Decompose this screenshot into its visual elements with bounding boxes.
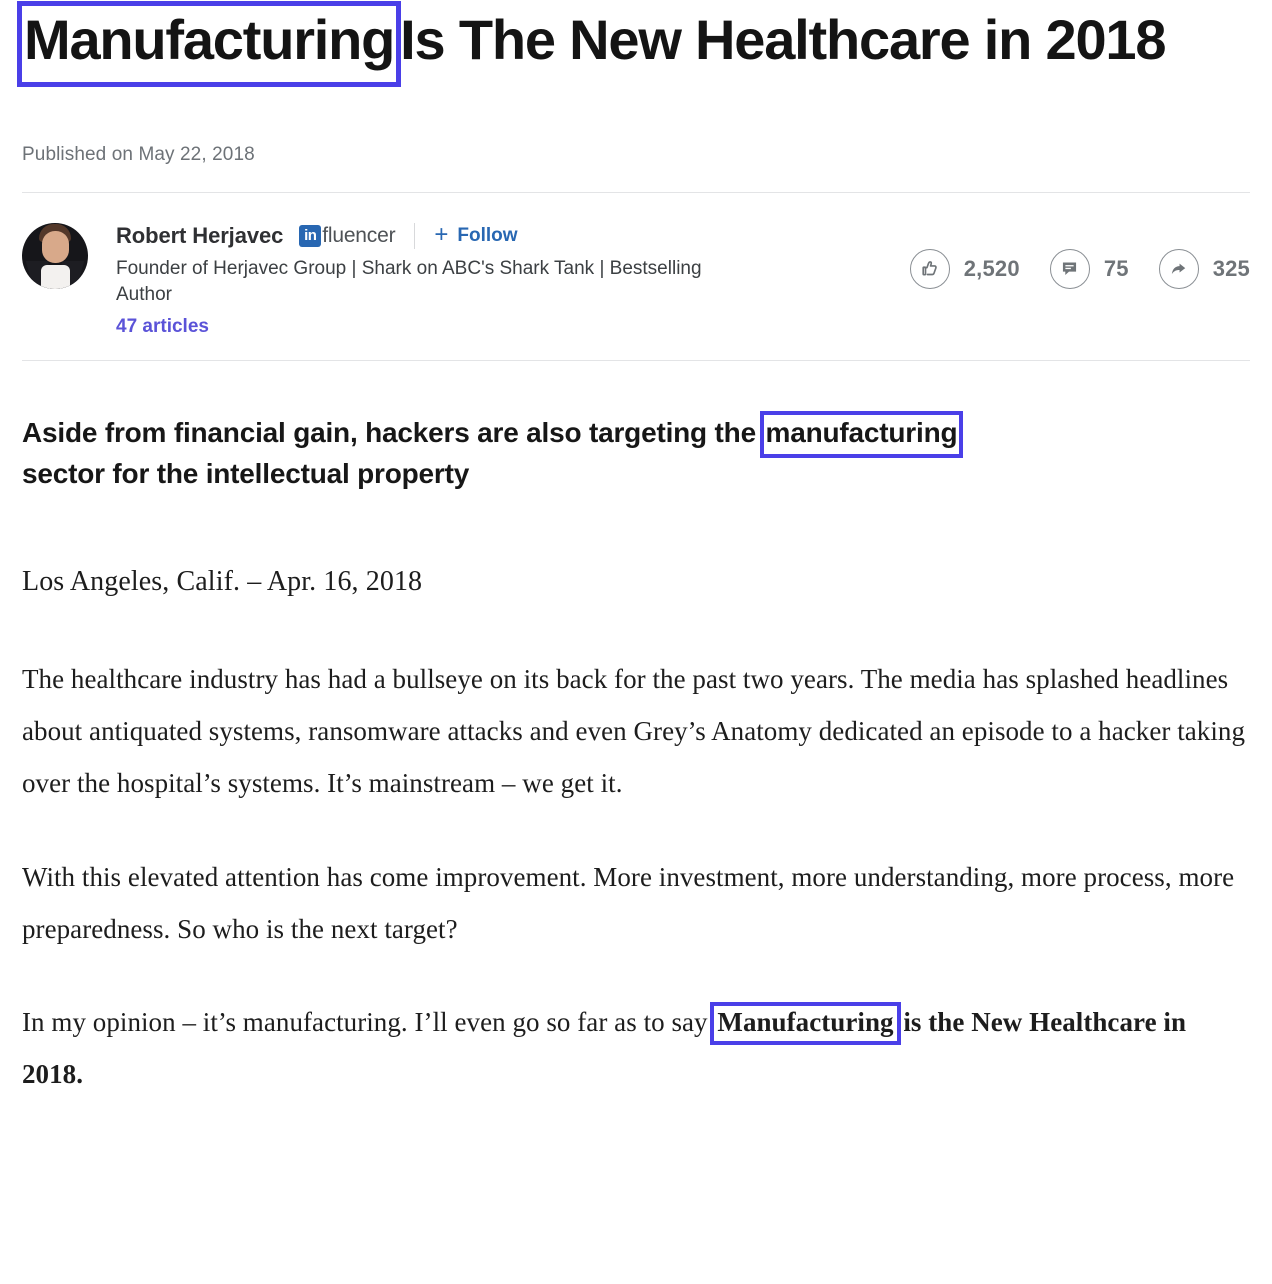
influencer-label: fluencer	[322, 224, 395, 248]
title-rest: Is The New Healthcare in 2018	[400, 8, 1165, 71]
likes-count: 2,520	[964, 256, 1020, 282]
page-title: ManufacturingIs The New Healthcare in 20…	[22, 0, 1250, 82]
thumbs-up-icon	[910, 249, 950, 289]
plus-icon: +	[434, 223, 448, 247]
author-block: Robert Herjavec in fluencer + Follow Fou…	[22, 193, 1250, 360]
avatar-shirt	[41, 265, 70, 289]
avatar-face	[42, 231, 69, 263]
follow-button[interactable]: + Follow	[434, 224, 517, 248]
vertical-separator	[414, 223, 415, 249]
stat-likes[interactable]: 2,520	[910, 249, 1020, 289]
body-paragraph-1: The healthcare industry has had a bullse…	[22, 654, 1250, 809]
author-info: Robert Herjavec in fluencer + Follow Fou…	[116, 219, 756, 338]
author-headline: Founder of Herjavec Group | Shark on ABC…	[116, 256, 756, 309]
stat-comments[interactable]: 75	[1050, 249, 1129, 289]
article-page: ManufacturingIs The New Healthcare in 20…	[0, 0, 1272, 1101]
paragraph-3-highlight-box: Manufacturing	[714, 1006, 896, 1041]
share-icon	[1159, 249, 1199, 289]
author-articles-link[interactable]: 47 articles	[116, 316, 756, 338]
paragraph-3-before: In my opinion – it’s manufacturing. I’ll…	[22, 1007, 714, 1037]
subheading-highlight-box: manufacturing	[764, 415, 960, 454]
title-highlight-box: Manufacturing	[22, 6, 396, 82]
influencer-badge: in fluencer	[299, 224, 395, 248]
published-date: Published on May 22, 2018	[22, 144, 1250, 166]
comment-icon	[1050, 249, 1090, 289]
follow-label: Follow	[457, 225, 517, 247]
engagement-stats: 2,520 75 325	[910, 249, 1250, 289]
body-paragraph-2: With this elevated attention has come im…	[22, 852, 1250, 956]
stat-shares[interactable]: 325	[1159, 249, 1250, 289]
comments-count: 75	[1104, 256, 1129, 282]
divider-bottom	[22, 360, 1250, 361]
avatar[interactable]	[22, 223, 88, 289]
article-subheading: Aside from financial gain, hackers are a…	[22, 413, 1182, 494]
subheading-before: Aside from financial gain, hackers are a…	[22, 417, 756, 448]
shares-count: 325	[1213, 256, 1250, 282]
dateline: Los Angeles, Calif. – Apr. 16, 2018	[22, 566, 1250, 598]
author-name[interactable]: Robert Herjavec	[116, 223, 283, 249]
subheading-after: sector for the intellectual property	[22, 458, 469, 489]
author-name-row: Robert Herjavec in fluencer + Follow	[116, 221, 756, 251]
linkedin-in-icon: in	[299, 225, 321, 247]
body-paragraph-3: In my opinion – it’s manufacturing. I’ll…	[22, 997, 1250, 1101]
